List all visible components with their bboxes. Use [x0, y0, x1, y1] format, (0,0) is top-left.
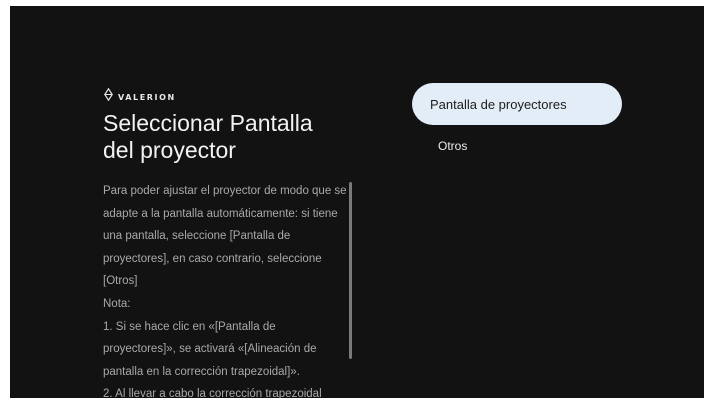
brand: VALERION	[104, 87, 176, 106]
screen-type-options: Pantalla de proyectores Otros	[412, 83, 622, 167]
valerion-diamond-icon	[104, 87, 113, 106]
note-item-2: 2. Al llevar a cabo la corrección trapez…	[103, 388, 322, 398]
note-item-1: 1. Si se hace clic en «[Pantalla de proy…	[103, 320, 317, 378]
description-panel[interactable]: Para poder ajustar el proyector de modo …	[103, 180, 348, 398]
option-label: Otros	[438, 139, 468, 153]
option-projector-screen[interactable]: Pantalla de proyectores	[412, 83, 622, 125]
page-title: Seleccionar Pantalla del proyector	[103, 110, 363, 164]
description-text: Para poder ajustar el proyector de modo …	[103, 180, 348, 398]
option-others[interactable]: Otros	[412, 133, 622, 159]
description-paragraph: Para poder ajustar el proyector de modo …	[103, 185, 347, 288]
page-title-line-2: del proyector	[103, 137, 236, 163]
setup-screen: VALERION Seleccionar Pantalla del proyec…	[10, 6, 704, 398]
description-scrollbar[interactable]	[349, 182, 352, 359]
option-label: Pantalla de proyectores	[430, 96, 567, 112]
brand-name: VALERION	[118, 92, 176, 102]
page-title-line-1: Seleccionar Pantalla	[103, 110, 313, 136]
note-label: Nota:	[103, 297, 131, 310]
